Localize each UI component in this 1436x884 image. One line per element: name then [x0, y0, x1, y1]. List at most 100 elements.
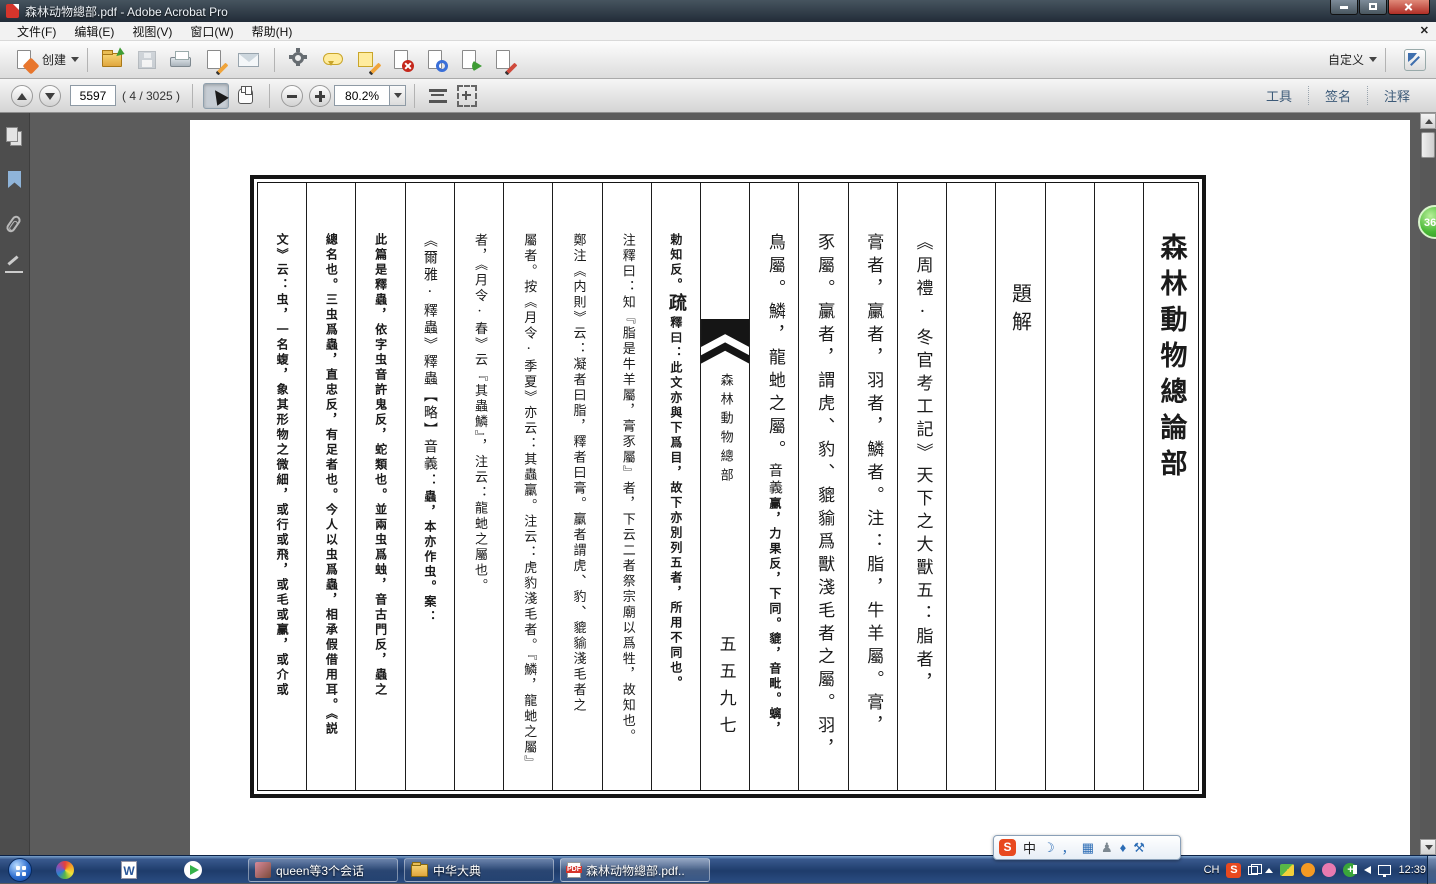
show-desktop-button[interactable] [1427, 856, 1436, 884]
ime-punctuation-icon[interactable]: ， [1062, 838, 1075, 857]
sogou-tray-icon[interactable]: S [1226, 863, 1241, 878]
text-column: 膏者，臝者，羽者，鱗者。注：脂，牛羊屬。膏， [848, 183, 897, 790]
tools-pane-button[interactable]: 工具 [1250, 86, 1308, 105]
zoom-dropdown-caret[interactable] [390, 85, 406, 106]
column-text: 總名也。三虫爲蟲，直忠反，有足者也。今人以虫爲蟲，相承假借用耳。《説 [323, 183, 339, 790]
zoom-out-button[interactable] [281, 85, 303, 107]
create-caret-icon [71, 57, 79, 62]
scroll-up-icon[interactable] [1420, 113, 1436, 129]
toolbar-separator [274, 48, 275, 72]
video-app-icon[interactable] [176, 859, 210, 881]
zoom-in-button[interactable] [309, 85, 331, 107]
navigation-pane-strip [0, 113, 30, 855]
create-button[interactable]: 创建 [42, 51, 66, 68]
network-icon[interactable] [1378, 865, 1391, 875]
sticky-note-icon[interactable] [355, 47, 381, 73]
taskbar-button-chat[interactable]: queen等3个会话 [248, 858, 398, 882]
taskbar: W queen等3个会话 中华大典 PDF 森林动物總部.pdf.. CH S … [0, 855, 1436, 883]
hand-tool-button[interactable] [233, 83, 259, 109]
minimize-button[interactable] [1330, 0, 1358, 15]
fit-page-icon[interactable] [457, 85, 477, 107]
navigation-toolbar: ( 4 / 3025 ) 80.2% 工具 签名 注释 [0, 79, 1436, 113]
delete-pages-icon[interactable] [389, 47, 415, 73]
messenger-app-icon[interactable] [48, 859, 82, 881]
maximize-button[interactable] [1359, 0, 1387, 15]
acrobat-app-icon [6, 4, 19, 18]
create-pdf-icon[interactable] [12, 47, 38, 73]
taskbar-button-pdf[interactable]: PDF 森林动物總部.pdf.. [560, 858, 710, 882]
sign-document-icon[interactable] [202, 47, 228, 73]
edit-annotate-icon[interactable] [491, 47, 517, 73]
fullscreen-mode-icon[interactable] [1404, 49, 1426, 71]
sogou-logo-icon[interactable]: S [999, 839, 1016, 856]
tray-app-icon[interactable] [1280, 864, 1294, 876]
next-page-button[interactable] [39, 85, 61, 107]
open-file-icon[interactable] [100, 47, 126, 73]
column-text: 注釋曰：知『脂是牛羊屬，膏豕屬』者，下云二者祭宗廟以爲牲，故知也。 [619, 183, 635, 790]
clock[interactable]: 12:39 [1398, 864, 1426, 876]
zoom-level-value[interactable]: 80.2% [334, 85, 390, 106]
language-bar-restore-icon[interactable] [1248, 866, 1258, 875]
save-icon [134, 47, 160, 73]
toolbar-separator [414, 84, 415, 108]
ime-language-mode-icon[interactable]: 中 [1023, 838, 1036, 857]
tijie-heading: 題解 [995, 183, 1044, 790]
tray-pink-app-icon[interactable] [1322, 863, 1336, 877]
ime-toolbar[interactable]: S 中 ☽ ， ▦ ♟ ♦ ⚒ [993, 835, 1181, 860]
ime-skin-icon[interactable]: ♦ [1120, 840, 1127, 855]
previous-page-button[interactable] [11, 85, 33, 107]
show-hidden-icons-icon[interactable] [1265, 868, 1273, 873]
pdf-file-icon: PDF [567, 862, 581, 878]
select-tool-button[interactable] [203, 83, 229, 109]
page-count-label: ( 4 / 3025 ) [122, 89, 180, 103]
toolbar-separator [1385, 48, 1386, 72]
word-app-icon[interactable]: W [112, 859, 146, 881]
menu-file[interactable]: 文件(F) [8, 21, 65, 42]
bookmarks-icon[interactable] [0, 167, 30, 201]
window-title: 森林动物總部.pdf - Adobe Acrobat Pro [25, 3, 228, 20]
language-indicator[interactable]: CH [1204, 864, 1220, 876]
email-icon[interactable] [236, 47, 262, 73]
print-icon[interactable] [168, 47, 194, 73]
fit-width-icon[interactable] [427, 87, 449, 105]
text-column: 豕屬。臝者，謂虎、豹、貔貐爲獸淺毛者之屬。羽， [798, 183, 847, 790]
attachments-icon[interactable] [0, 211, 30, 245]
text-column: 文》云：虫，一名蝮，象其形物之微細，或行或飛，或毛或臝，或介或 [258, 183, 306, 790]
column-text: 者，《月令·春》云『其蟲鱗』，注云：龍虵之屬也。 [471, 183, 487, 790]
menu-window[interactable]: 窗口(W) [181, 21, 242, 42]
empty-column [946, 183, 995, 790]
scroll-down-icon[interactable] [1420, 839, 1436, 855]
comment-pane-button[interactable]: 注释 [1367, 86, 1426, 105]
menu-help[interactable]: 帮助(H) [243, 21, 302, 42]
taskbar-button-folder[interactable]: 中华大典 [404, 858, 554, 882]
column-text: 鳥屬。鱗，龍虵之屬。音義臝，力果反，下同。貔，音毗。螭， [766, 183, 783, 790]
page-thumbnails-icon[interactable] [0, 123, 30, 157]
ime-person-icon[interactable]: ♟ [1101, 840, 1113, 856]
comment-bubble-icon[interactable] [321, 47, 347, 73]
window-controls [1329, 0, 1430, 15]
scrollbar-thumb[interactable] [1421, 132, 1435, 158]
system-tray: CH S + 12:39 [1204, 856, 1426, 884]
ime-fullhalf-moon-icon[interactable]: ☽ [1043, 840, 1055, 856]
menu-edit[interactable]: 编辑(E) [65, 21, 123, 42]
menubar-close-icon[interactable]: ✕ [1420, 24, 1429, 37]
volume-icon[interactable] [1364, 866, 1371, 874]
export-file-icon[interactable] [457, 47, 483, 73]
text-column: 屬者。按《月令·季夏》亦云：其蟲臝。注云：虎豹淺毛者。『鱗，龍虵之屬』 [503, 183, 552, 790]
column-text: 《爾雅·釋蟲》釋蟲【略】音義：蟲，本亦作虫。案： [422, 183, 438, 790]
section-title: 森林動物總論部 [1143, 183, 1198, 790]
close-button[interactable] [1388, 0, 1430, 15]
ocr-recognize-icon[interactable] [423, 47, 449, 73]
start-button[interactable] [8, 858, 32, 882]
ime-softkeyboard-icon[interactable]: ▦ [1082, 840, 1094, 856]
signatures-icon[interactable] [0, 255, 30, 289]
menu-bar: 文件(F) 编辑(E) 视图(V) 窗口(W) 帮助(H) ✕ [0, 22, 1436, 41]
menu-view[interactable]: 视图(V) [123, 21, 181, 42]
customize-button[interactable]: 自定义 [1328, 51, 1364, 68]
qq-tray-icon[interactable] [1301, 863, 1315, 877]
ime-wrench-icon[interactable]: ⚒ [1133, 840, 1145, 856]
sign-pane-button[interactable]: 签名 [1308, 86, 1367, 105]
text-column: 鳥屬。鱗，龍虵之屬。音義臝，力果反，下同。貔，音毗。螭， [749, 183, 798, 790]
page-number-input[interactable] [70, 85, 116, 106]
settings-gear-icon[interactable] [287, 47, 313, 73]
